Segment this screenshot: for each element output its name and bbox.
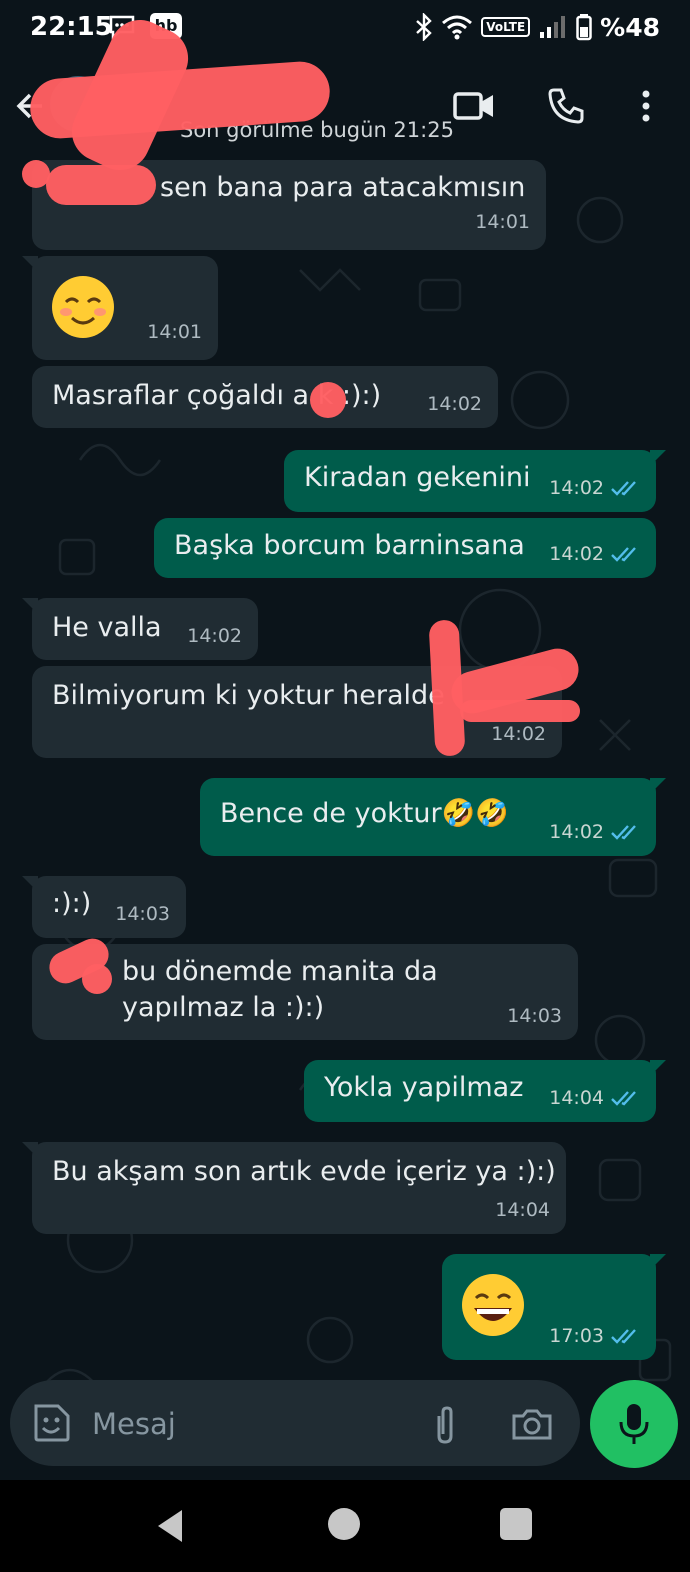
message-time: 17:03 bbox=[549, 1325, 604, 1347]
camera-icon[interactable] bbox=[510, 1404, 554, 1444]
message-time: 14:03 bbox=[115, 903, 170, 925]
volte-indicator: VoLTE bbox=[481, 17, 531, 37]
message-text: Kiradan gekenini bbox=[304, 462, 531, 493]
message-time: 14:01 bbox=[147, 321, 202, 343]
video-call-icon[interactable] bbox=[452, 86, 496, 126]
redaction-mark bbox=[460, 700, 580, 722]
bubble-tail bbox=[650, 1254, 666, 1270]
message-meta: 14:01 bbox=[147, 314, 202, 350]
message-text: Yokla yapilmaz bbox=[324, 1072, 524, 1103]
message-meta: 14:02 bbox=[427, 386, 482, 422]
outgoing-message[interactable]: Başka borcum barninsana 14:02 bbox=[154, 518, 656, 578]
incoming-message[interactable]: Bu akşam son artık evde içeriz ya :):) 1… bbox=[22, 1142, 566, 1234]
message-time: 14:02 bbox=[549, 477, 604, 499]
message-meta: 17:03 bbox=[549, 1318, 640, 1354]
bubble-tail bbox=[650, 778, 666, 794]
incoming-message[interactable]: ☺️ 14:01 bbox=[22, 256, 218, 360]
status-bar: 22:15 hb VoLTE %48 bbox=[0, 0, 690, 56]
message-time: 14:04 bbox=[549, 1087, 604, 1109]
incoming-message[interactable]: Masraflar çoğaldı a k :):) 14:02 bbox=[32, 366, 498, 428]
message-meta: 14:02 bbox=[549, 470, 640, 506]
nav-home-icon[interactable] bbox=[328, 1508, 360, 1540]
redaction-mark bbox=[310, 382, 346, 418]
message-text: bu dönemde manita da yapılmaz la :):) bbox=[122, 956, 438, 1023]
message-time: 14:02 bbox=[427, 393, 482, 415]
wifi-icon bbox=[442, 15, 473, 40]
message-time: 14:03 bbox=[507, 1005, 562, 1027]
mic-icon bbox=[619, 1404, 649, 1444]
message-text: He valla bbox=[52, 612, 162, 643]
message-input[interactable] bbox=[90, 1398, 404, 1450]
message-time: 14:02 bbox=[187, 625, 242, 647]
voice-record-button[interactable] bbox=[590, 1380, 678, 1468]
message-meta: 14:02 bbox=[187, 618, 242, 654]
read-receipt-icon bbox=[611, 1091, 636, 1106]
incoming-message[interactable]: He valla 14:02 bbox=[22, 598, 258, 660]
grinning-face-emoji bbox=[462, 1274, 524, 1336]
chat-screen: 22:15 hb VoLTE %48 Son görülme bugün 21:… bbox=[0, 0, 690, 1572]
redaction-mark bbox=[46, 165, 156, 205]
message-meta: 14:04 bbox=[495, 1192, 550, 1228]
nav-back-icon[interactable] bbox=[152, 1506, 188, 1546]
status-time: 22:15 bbox=[30, 12, 113, 42]
bubble-tail bbox=[650, 450, 666, 466]
message-text: sen bana para atacakmısın bbox=[160, 172, 526, 203]
read-receipt-icon bbox=[611, 825, 636, 840]
outgoing-message[interactable]: Kiradan gekenini 14:02 bbox=[284, 450, 666, 512]
message-meta: 14:03 bbox=[507, 998, 562, 1034]
bubble-tail bbox=[22, 1142, 38, 1158]
system-navigation-bar bbox=[0, 1480, 690, 1572]
outgoing-message[interactable]: Yokla yapilmaz 14:04 bbox=[304, 1060, 666, 1122]
incoming-message[interactable]: :):) 14:03 bbox=[22, 876, 186, 938]
message-text: Bu akşam son artık evde içeriz ya :):) bbox=[52, 1156, 556, 1187]
message-meta: 14:04 bbox=[549, 1080, 640, 1116]
battery-icon bbox=[576, 14, 592, 41]
message-text: Başka borcum barninsana bbox=[174, 530, 525, 561]
bubble-tail bbox=[650, 1060, 666, 1076]
read-receipt-icon bbox=[611, 1329, 636, 1344]
message-text: Bence de yoktur🤣🤣 bbox=[220, 798, 509, 829]
battery-percentage: %48 bbox=[600, 12, 660, 42]
message-text: :):) bbox=[52, 888, 92, 919]
message-time: 14:02 bbox=[549, 543, 604, 565]
attach-icon[interactable] bbox=[430, 1402, 460, 1446]
bluetooth-icon bbox=[416, 13, 432, 41]
bubble-tail bbox=[22, 598, 38, 614]
message-composer bbox=[10, 1380, 580, 1466]
more-vert-icon[interactable] bbox=[634, 86, 658, 126]
sticker-icon[interactable] bbox=[30, 1402, 72, 1444]
signal-icon bbox=[540, 16, 566, 38]
message-time: 14:04 bbox=[495, 1199, 550, 1221]
message-meta: 14:02 bbox=[549, 814, 640, 850]
outgoing-message[interactable]: 😄 17:03 bbox=[442, 1254, 666, 1360]
nav-recents-icon[interactable] bbox=[500, 1508, 532, 1540]
message-meta: 14:01 bbox=[475, 204, 530, 240]
message-text: Bilmiyorum ki yoktur heralde bbox=[52, 680, 445, 711]
redaction-mark bbox=[82, 964, 112, 994]
bubble-tail bbox=[22, 256, 38, 272]
status-indicators: VoLTE %48 bbox=[415, 10, 660, 44]
outgoing-message[interactable]: Bence de yoktur🤣🤣 14:02 bbox=[200, 778, 666, 856]
read-receipt-icon bbox=[611, 547, 636, 562]
voice-call-icon[interactable] bbox=[546, 86, 586, 126]
message-time: 14:02 bbox=[549, 821, 604, 843]
message-meta: 14:02 bbox=[549, 536, 640, 572]
message-time: 14:01 bbox=[475, 211, 530, 233]
incoming-message[interactable]: bu dönemde manita da yapılmaz la :):) 14… bbox=[32, 944, 578, 1040]
read-receipt-icon bbox=[611, 481, 636, 496]
smiling-face-emoji bbox=[52, 276, 114, 338]
message-meta: 14:03 bbox=[115, 896, 170, 932]
bubble-tail bbox=[22, 876, 38, 892]
redaction-mark bbox=[22, 160, 50, 188]
